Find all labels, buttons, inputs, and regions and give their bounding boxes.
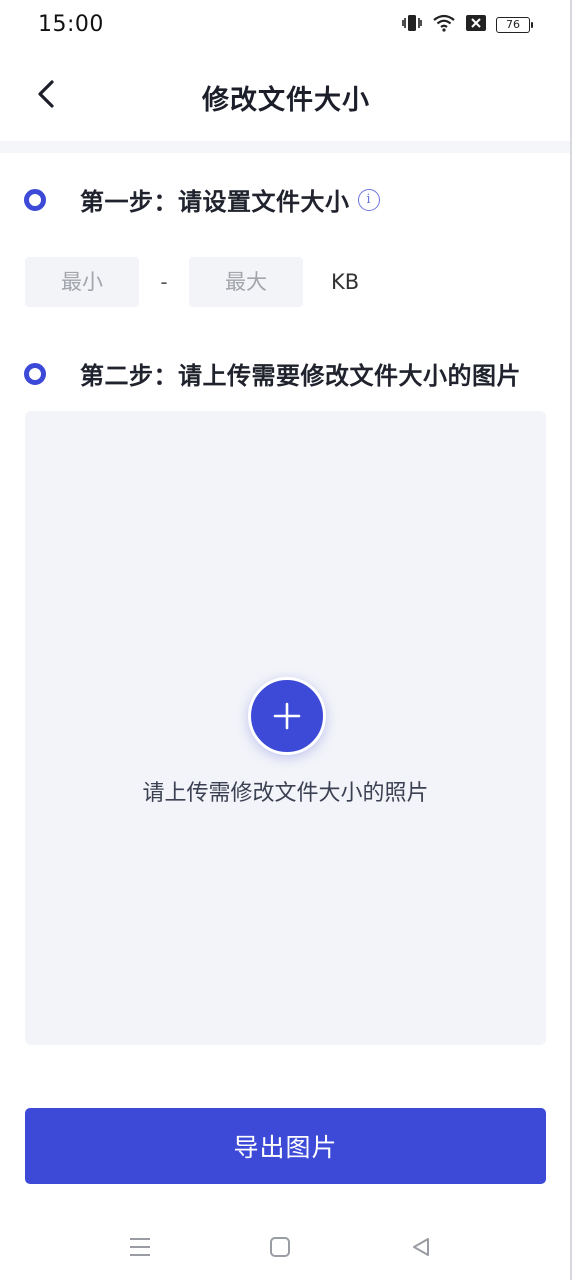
back-triangle-icon (413, 1238, 429, 1256)
step-1: 第一步：请设置文件大小 i (24, 182, 380, 217)
status-time: 15:00 (38, 12, 104, 37)
upload-area[interactable]: 请上传需修改文件大小的照片 (25, 411, 546, 1045)
step-2-dot (24, 362, 46, 385)
battery-icon: 76 (496, 17, 533, 33)
wifi-icon (432, 14, 456, 36)
upload-button[interactable] (248, 677, 326, 755)
menu-button[interactable] (125, 1232, 155, 1262)
page-title: 修改文件大小 (202, 85, 370, 116)
header: 修改文件大小 (0, 50, 572, 142)
vibrate-icon (402, 14, 422, 36)
status-bar: 15:00 76 (0, 0, 572, 50)
size-unit: KB (331, 270, 360, 294)
size-range: - KB (25, 257, 359, 307)
system-nav (0, 1212, 572, 1280)
range-separator: - (160, 270, 168, 294)
step-2: 第二步：请上传需要修改文件大小的图片 (24, 356, 521, 391)
step-1-dot (24, 188, 46, 211)
upload-hint: 请上传需修改文件大小的照片 (142, 781, 429, 806)
system-back-button[interactable] (406, 1232, 436, 1262)
step-2-title: 第二步：请上传需要修改文件大小的图片 (80, 362, 521, 390)
export-button[interactable]: 导出图片 (25, 1108, 546, 1184)
home-icon (270, 1237, 290, 1257)
home-button[interactable] (265, 1232, 295, 1262)
status-icons: 76 (402, 14, 533, 36)
info-icon[interactable]: i (357, 188, 380, 211)
plus-icon (273, 702, 301, 730)
max-size-input[interactable] (189, 257, 303, 307)
menu-icon (130, 1238, 150, 1256)
sim-blocked-icon (466, 15, 486, 35)
step-1-title: 第一步：请设置文件大小 (80, 188, 350, 216)
min-size-input[interactable] (25, 257, 139, 307)
header-divider (0, 141, 572, 153)
